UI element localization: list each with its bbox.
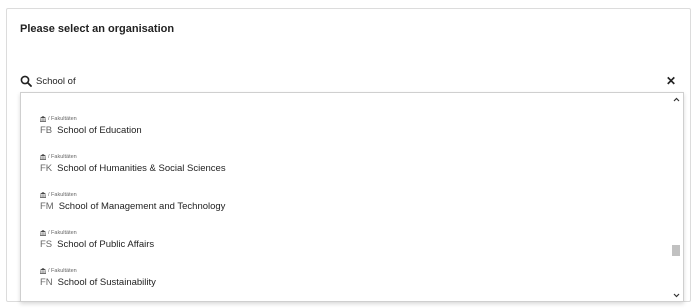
list-item[interactable]: / Fakultäten FM School of Management and … <box>40 191 225 217</box>
institution-icon <box>40 230 46 236</box>
list-item[interactable]: / Fakultäten FN School of Sustainability <box>40 267 156 293</box>
option-code: FM <box>40 201 54 212</box>
search-row: ✕ <box>20 72 684 90</box>
search-icon <box>20 75 32 87</box>
option-code: FS <box>40 239 53 250</box>
search-input[interactable] <box>36 75 636 87</box>
scrollbar-thumb[interactable] <box>672 245 680 256</box>
option-label: School of Public Affairs <box>57 239 155 250</box>
institution-icon <box>40 268 46 274</box>
list-item[interactable]: / Fakultäten FS School of Public Affairs <box>40 229 154 255</box>
option-label: School of Education <box>57 125 142 136</box>
option-breadcrumb: / Fakultäten <box>40 267 156 275</box>
option-code: FB <box>40 125 53 136</box>
option-breadcrumb: / Fakultäten <box>40 191 225 199</box>
option-label: School of Management and Technology <box>58 201 226 212</box>
institution-icon <box>40 154 46 160</box>
list-item[interactable]: / Fakultäten FB School of Education <box>40 115 142 141</box>
organisation-dropdown: / Fakultäten FB School of Education / Fak… <box>20 92 684 302</box>
option-code: FN <box>40 277 53 288</box>
institution-icon <box>40 192 46 198</box>
option-label: School of Humanities & Social Sciences <box>57 163 226 174</box>
chevron-up-icon[interactable] <box>670 94 683 104</box>
chevron-down-icon[interactable] <box>670 290 683 300</box>
close-icon[interactable]: ✕ <box>666 72 676 90</box>
option-list: / Fakultäten FB School of Education / Fak… <box>21 93 670 301</box>
option-breadcrumb: / Fakultäten <box>40 229 154 237</box>
option-breadcrumb: / Fakultäten <box>40 153 226 161</box>
institution-icon <box>40 116 46 122</box>
page-title: Please select an organisation <box>20 23 175 35</box>
option-label: School of Sustainability <box>57 277 156 288</box>
option-breadcrumb: / Fakultäten <box>40 115 142 123</box>
scrollbar[interactable] <box>670 93 683 301</box>
option-code: FK <box>40 163 53 174</box>
list-item[interactable]: / Fakultäten FK School of Humanities & So… <box>40 153 226 179</box>
